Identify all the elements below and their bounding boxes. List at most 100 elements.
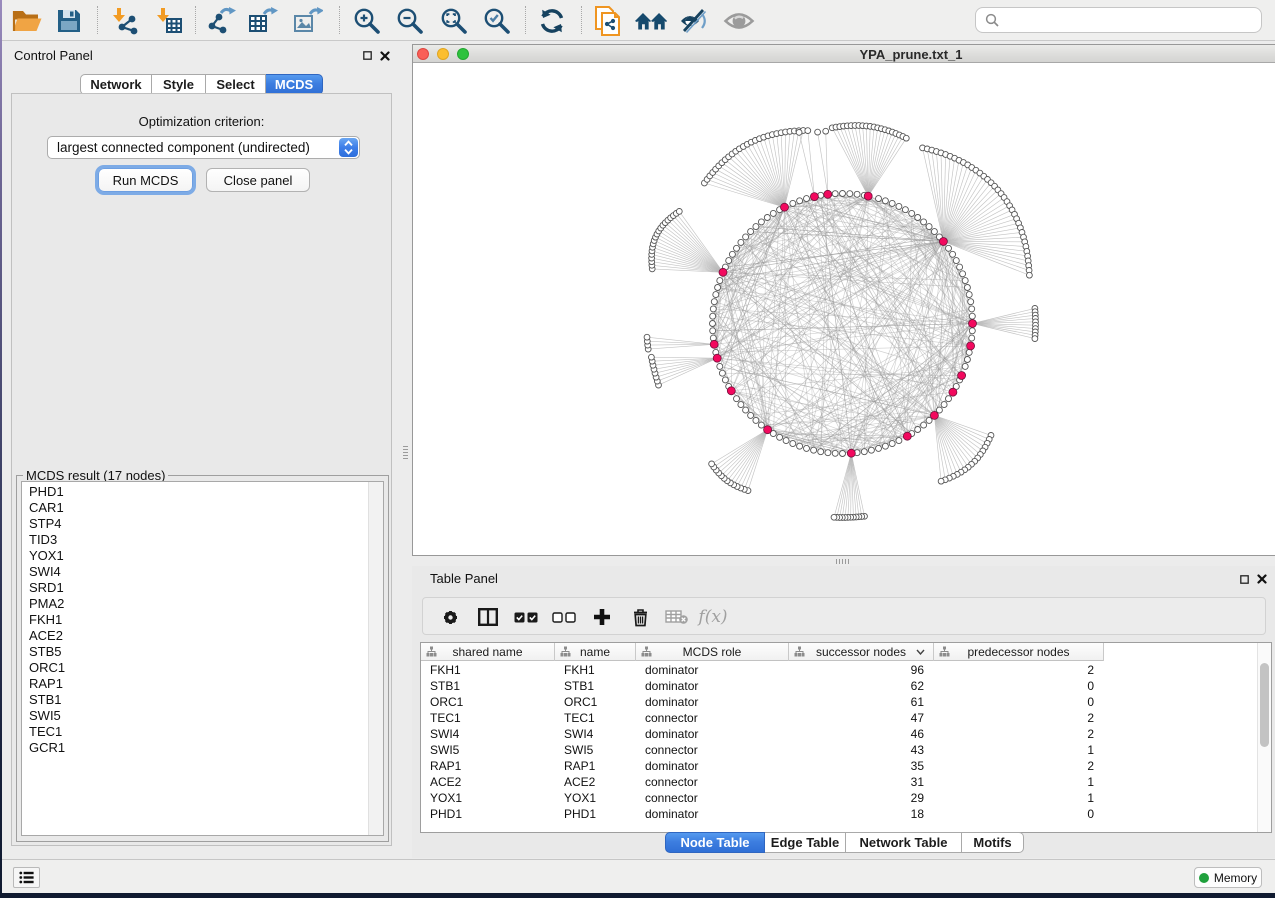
export-image-icon[interactable] xyxy=(291,4,325,38)
import-network-icon[interactable] xyxy=(108,4,142,38)
float-panel-icon[interactable] xyxy=(1240,575,1249,584)
table-cell: 43 xyxy=(789,742,934,758)
mcds-result-item[interactable]: FKH1 xyxy=(22,612,383,628)
table-row[interactable]: SWI5SWI5connector431 xyxy=(421,742,1271,758)
column-header-shared-name[interactable]: shared name xyxy=(421,643,555,661)
close-panel-button[interactable]: Close panel xyxy=(206,168,310,192)
tab-select[interactable]: Select xyxy=(206,74,266,95)
table-row[interactable]: FKH1FKH1dominator962 xyxy=(421,662,1271,678)
tab-motifs[interactable]: Motifs xyxy=(962,832,1024,853)
mcds-result-item[interactable]: STP4 xyxy=(22,516,383,532)
column-header-MCDS-role[interactable]: MCDS role xyxy=(636,643,789,661)
mcds-result-item[interactable]: ORC1 xyxy=(22,660,383,676)
close-panel-icon[interactable] xyxy=(380,51,390,61)
table-scrollbar[interactable] xyxy=(1257,643,1271,832)
table-panel: Table Panel xyxy=(412,566,1275,858)
mcds-result-item[interactable]: SWI5 xyxy=(22,708,383,724)
tab-node-table[interactable]: Node Table xyxy=(665,832,765,853)
main-toolbar xyxy=(2,0,1275,41)
zoom-in-icon[interactable] xyxy=(349,4,383,38)
table-row[interactable]: ACE2ACE2connector311 xyxy=(421,774,1271,790)
search-box[interactable] xyxy=(975,7,1262,33)
table-row[interactable]: PHD1PHD1dominator180 xyxy=(421,806,1271,822)
mcds-result-item[interactable]: ACE2 xyxy=(22,628,383,644)
mcds-result-item[interactable]: GCR1 xyxy=(22,740,383,756)
table-cell: FKH1 xyxy=(421,662,555,678)
mcds-result-item[interactable]: RAP1 xyxy=(22,676,383,692)
zoom-out-icon[interactable] xyxy=(392,4,426,38)
first-neighbors-icon[interactable] xyxy=(634,4,668,38)
mcds-result-item[interactable]: TEC1 xyxy=(22,724,383,740)
delete-table-icon[interactable] xyxy=(661,601,693,633)
column-label: successor nodes xyxy=(789,645,933,659)
export-table-icon[interactable] xyxy=(246,4,280,38)
mcds-result-item[interactable]: PHD1 xyxy=(22,484,383,500)
tab-edge-table[interactable]: Edge Table xyxy=(765,832,846,853)
mcds-result-item[interactable]: TID3 xyxy=(22,532,383,548)
horizontal-splitter[interactable] xyxy=(412,556,1275,566)
table-row[interactable]: STB1STB1dominator620 xyxy=(421,678,1271,694)
tab-network[interactable]: Network xyxy=(80,74,152,95)
hide-selected-icon[interactable] xyxy=(678,4,712,38)
mcds-result-item[interactable]: STB1 xyxy=(22,692,383,708)
column-header-predecessor-nodes[interactable]: predecessor nodes xyxy=(934,643,1104,661)
table-panel-titlebar: Table Panel xyxy=(412,566,1275,592)
table-cell: connector xyxy=(636,742,789,758)
split-view-icon[interactable] xyxy=(472,601,504,633)
chevron-down-icon xyxy=(916,649,925,655)
delete-column-icon[interactable] xyxy=(624,601,656,633)
window-close-icon[interactable] xyxy=(417,48,429,60)
mcds-result-item[interactable]: CAR1 xyxy=(22,500,383,516)
table-cell: 35 xyxy=(789,758,934,774)
run-mcds-button[interactable]: Run MCDS xyxy=(98,168,193,192)
apply-layout-icon[interactable] xyxy=(535,4,569,38)
column-header-name[interactable]: name xyxy=(555,643,636,661)
export-network-icon[interactable] xyxy=(205,4,239,38)
deselect-all-icon[interactable] xyxy=(548,601,580,633)
table-row[interactable]: YOX1YOX1connector291 xyxy=(421,790,1271,806)
mcds-result-item[interactable]: YOX1 xyxy=(22,548,383,564)
save-session-icon[interactable] xyxy=(52,4,86,38)
search-input[interactable] xyxy=(1004,13,1261,27)
show-all-icon[interactable] xyxy=(722,4,756,38)
select-all-icon[interactable] xyxy=(510,601,542,633)
add-column-icon[interactable] xyxy=(586,601,618,633)
memory-button[interactable]: Memory xyxy=(1194,867,1262,888)
table-row[interactable]: RAP1RAP1dominator352 xyxy=(421,758,1271,774)
settings-icon[interactable] xyxy=(434,601,466,633)
horizontal-splitter-handle[interactable] xyxy=(836,559,850,564)
network-canvas[interactable] xyxy=(413,64,1275,555)
task-history-button[interactable] xyxy=(13,867,40,888)
import-table-icon[interactable] xyxy=(152,4,186,38)
table-scrollbar-thumb[interactable] xyxy=(1260,663,1269,747)
window-minimize-icon[interactable] xyxy=(437,48,449,60)
clone-network-icon[interactable] xyxy=(591,4,625,38)
vertical-splitter-handle[interactable] xyxy=(403,446,408,460)
toolbar-separator xyxy=(195,6,196,34)
open-session-icon[interactable] xyxy=(10,4,44,38)
close-panel-icon[interactable] xyxy=(1257,574,1267,584)
table-row[interactable]: TEC1TEC1connector472 xyxy=(421,710,1271,726)
mcds-result-scrollbar[interactable] xyxy=(368,482,383,835)
mcds-result-list[interactable]: PHD1CAR1STP4TID3YOX1SWI4SRD1PMA2FKH1ACE2… xyxy=(21,481,384,836)
table-cell: ACE2 xyxy=(555,774,636,790)
float-panel-icon[interactable] xyxy=(363,51,372,60)
vertical-splitter[interactable] xyxy=(400,42,412,858)
zoom-selected-icon[interactable] xyxy=(479,4,513,38)
table-cell: YOX1 xyxy=(421,790,555,806)
tab-mcds[interactable]: MCDS xyxy=(266,74,323,95)
function-builder-icon[interactable]: f(x) xyxy=(697,601,729,633)
table-row[interactable]: ORC1ORC1dominator610 xyxy=(421,694,1271,710)
fit-content-icon[interactable] xyxy=(436,4,470,38)
table-header: shared namenameMCDS rolesuccessor nodesp… xyxy=(421,643,1104,661)
window-zoom-icon[interactable] xyxy=(457,48,469,60)
mcds-result-item[interactable]: SRD1 xyxy=(22,580,383,596)
mcds-result-item[interactable]: SWI4 xyxy=(22,564,383,580)
table-row[interactable]: SWI4SWI4dominator462 xyxy=(421,726,1271,742)
column-header-successor-nodes[interactable]: successor nodes xyxy=(789,643,934,661)
tab-network-table[interactable]: Network Table xyxy=(846,832,962,853)
criterion-select[interactable]: largest connected component (undirected) xyxy=(47,136,360,159)
mcds-result-item[interactable]: STB5 xyxy=(22,644,383,660)
tab-style[interactable]: Style xyxy=(152,74,206,95)
mcds-result-item[interactable]: PMA2 xyxy=(22,596,383,612)
